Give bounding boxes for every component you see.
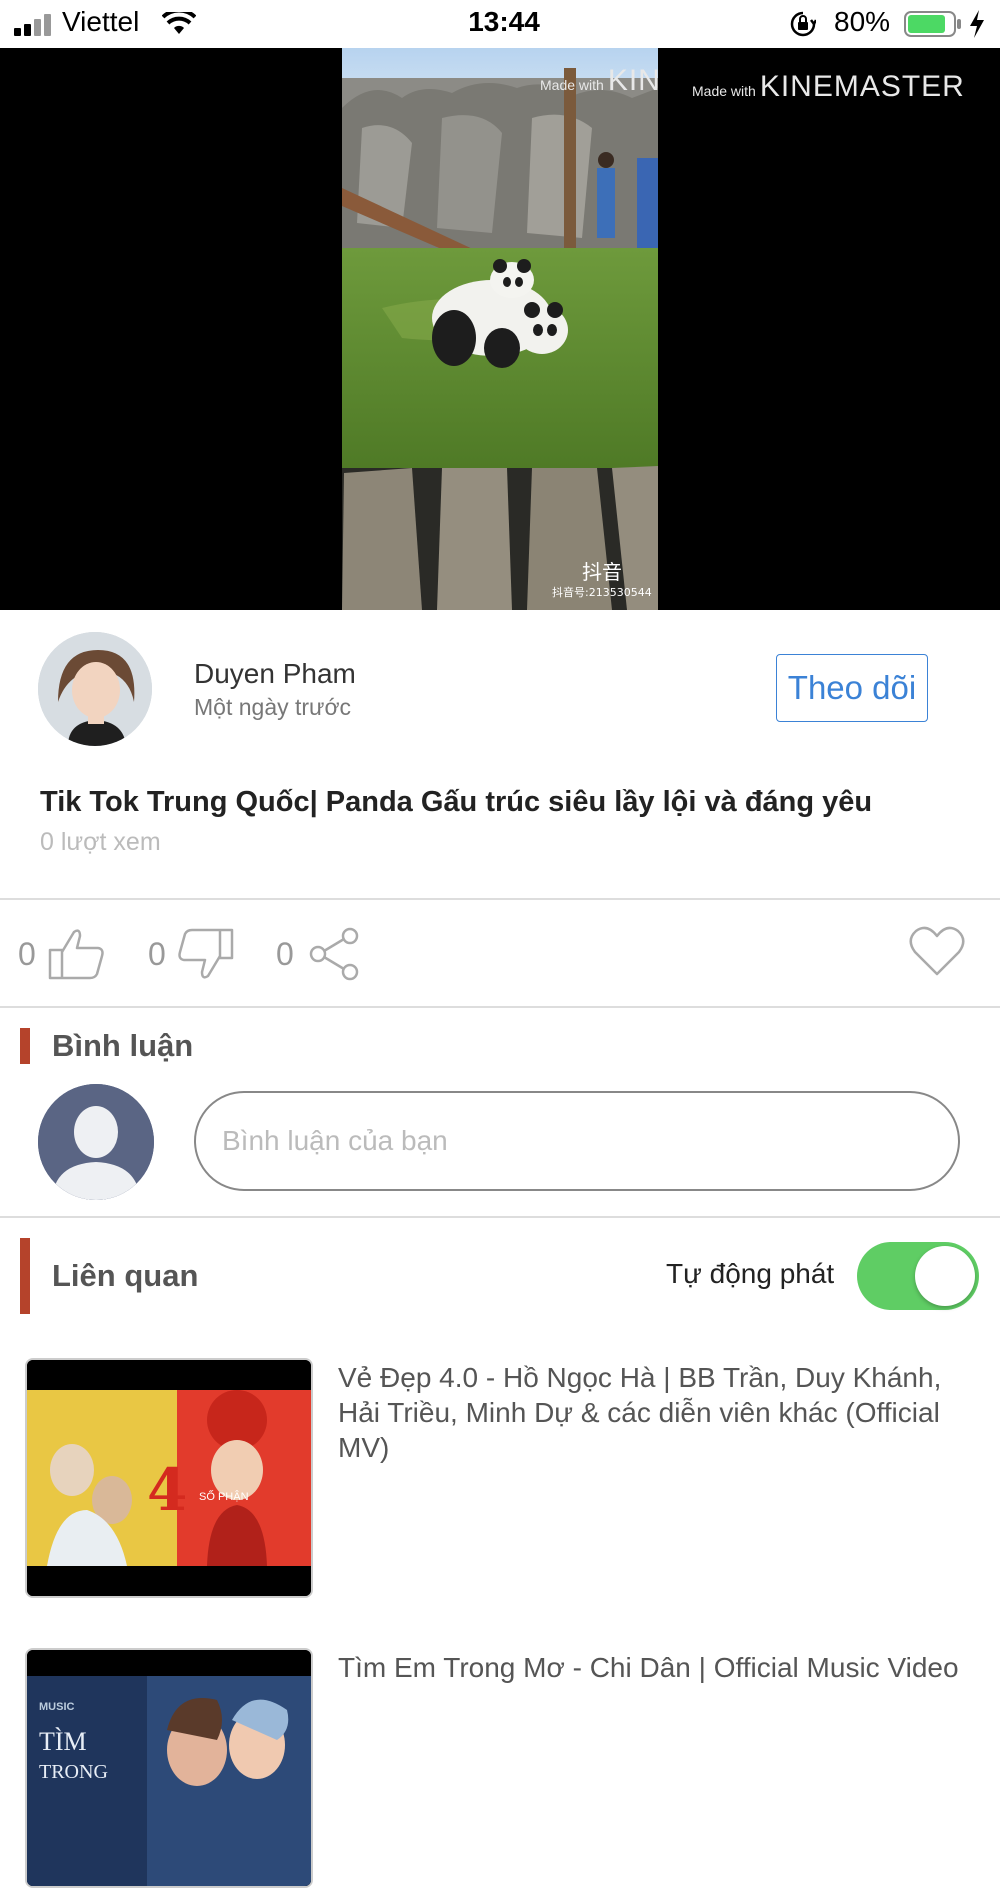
battery-icon	[904, 11, 961, 37]
svg-text:TÌM: TÌM	[39, 1727, 87, 1756]
panda-video-scene	[342, 48, 658, 610]
charging-bolt-icon	[970, 10, 984, 38]
svg-text:MUSIC: MUSIC	[39, 1701, 75, 1713]
share-count: 0	[276, 935, 294, 972]
douyin-id: 抖音号:213530544	[552, 586, 652, 599]
kinemaster-watermark: Made with KINEMASTER	[692, 70, 965, 103]
post-time: Một ngày trước	[194, 694, 352, 720]
comments-section-marker	[20, 1028, 30, 1064]
comments-section-title: Bình luận	[52, 1028, 194, 1063]
action-bar: 0 0 0	[0, 900, 1000, 1006]
related-video-thumbnail[interactable]: MUSIC TÌM TRONG	[25, 1648, 313, 1888]
autoplay-label: Tự động phát	[666, 1258, 835, 1289]
share-button[interactable]: 0	[276, 924, 362, 984]
related-section-title: Liên quan	[52, 1258, 199, 1293]
status-bar: Viettel 13:44 80%	[0, 0, 1000, 48]
related-video-title[interactable]: Vẻ Đẹp 4.0 - Hồ Ngọc Hà | BB Trần, Duy K…	[338, 1360, 968, 1465]
author-avatar[interactable]	[38, 632, 152, 746]
dislike-count: 0	[148, 935, 166, 972]
author-name[interactable]: Duyen Pham	[194, 658, 356, 690]
battery-percent: 80%	[834, 6, 891, 37]
share-icon	[309, 927, 359, 981]
orientation-lock-icon	[790, 11, 816, 37]
divider	[0, 1006, 1000, 1008]
thumbs-down-icon	[178, 928, 234, 979]
favorite-heart-icon[interactable]	[908, 926, 966, 978]
view-count: 0 lượt xem	[40, 828, 161, 856]
svg-text:SỐ PHẬN: SỐ PHẬN	[199, 1489, 249, 1503]
like-count: 0	[18, 935, 36, 972]
video-player[interactable]: Made withKINEMASTER 抖音 抖音号:213530544 Mad…	[0, 48, 1000, 610]
related-video-title[interactable]: Tìm Em Trong Mơ - Chi Dân | Official Mus…	[338, 1650, 968, 1685]
comment-input[interactable]	[194, 1091, 960, 1191]
video-frame: Made withKINEMASTER 抖音 抖音号:213530544	[342, 48, 658, 610]
tim-em-thumbnail-art: MUSIC TÌM TRONG	[27, 1650, 311, 1886]
related-section-marker	[20, 1238, 30, 1314]
user-avatar	[38, 1084, 154, 1200]
toggle-knob	[915, 1246, 975, 1306]
douyin-logo: 抖音	[582, 560, 622, 584]
ve-dep-thumbnail-art: 4 SỐ PHẬN	[27, 1360, 311, 1596]
svg-text:4: 4	[147, 1456, 187, 1524]
divider	[0, 1216, 1000, 1218]
kinemaster-watermark-inner: Made withKINEMASTER	[540, 64, 658, 97]
svg-text:TRONG: TRONG	[39, 1761, 108, 1783]
video-title: Tik Tok Trung Quốc| Panda Gấu trúc siêu …	[40, 786, 873, 818]
thumbs-up-icon	[48, 929, 104, 980]
related-video-thumbnail[interactable]: 4 SỐ PHẬN	[25, 1358, 313, 1598]
autoplay-toggle[interactable]	[857, 1242, 979, 1310]
like-button[interactable]: 0	[18, 924, 106, 984]
author-row: Duyen Pham Một ngày trước Theo dõi	[0, 612, 1000, 762]
follow-button[interactable]: Theo dõi	[776, 654, 928, 722]
dislike-button[interactable]: 0	[148, 924, 236, 984]
